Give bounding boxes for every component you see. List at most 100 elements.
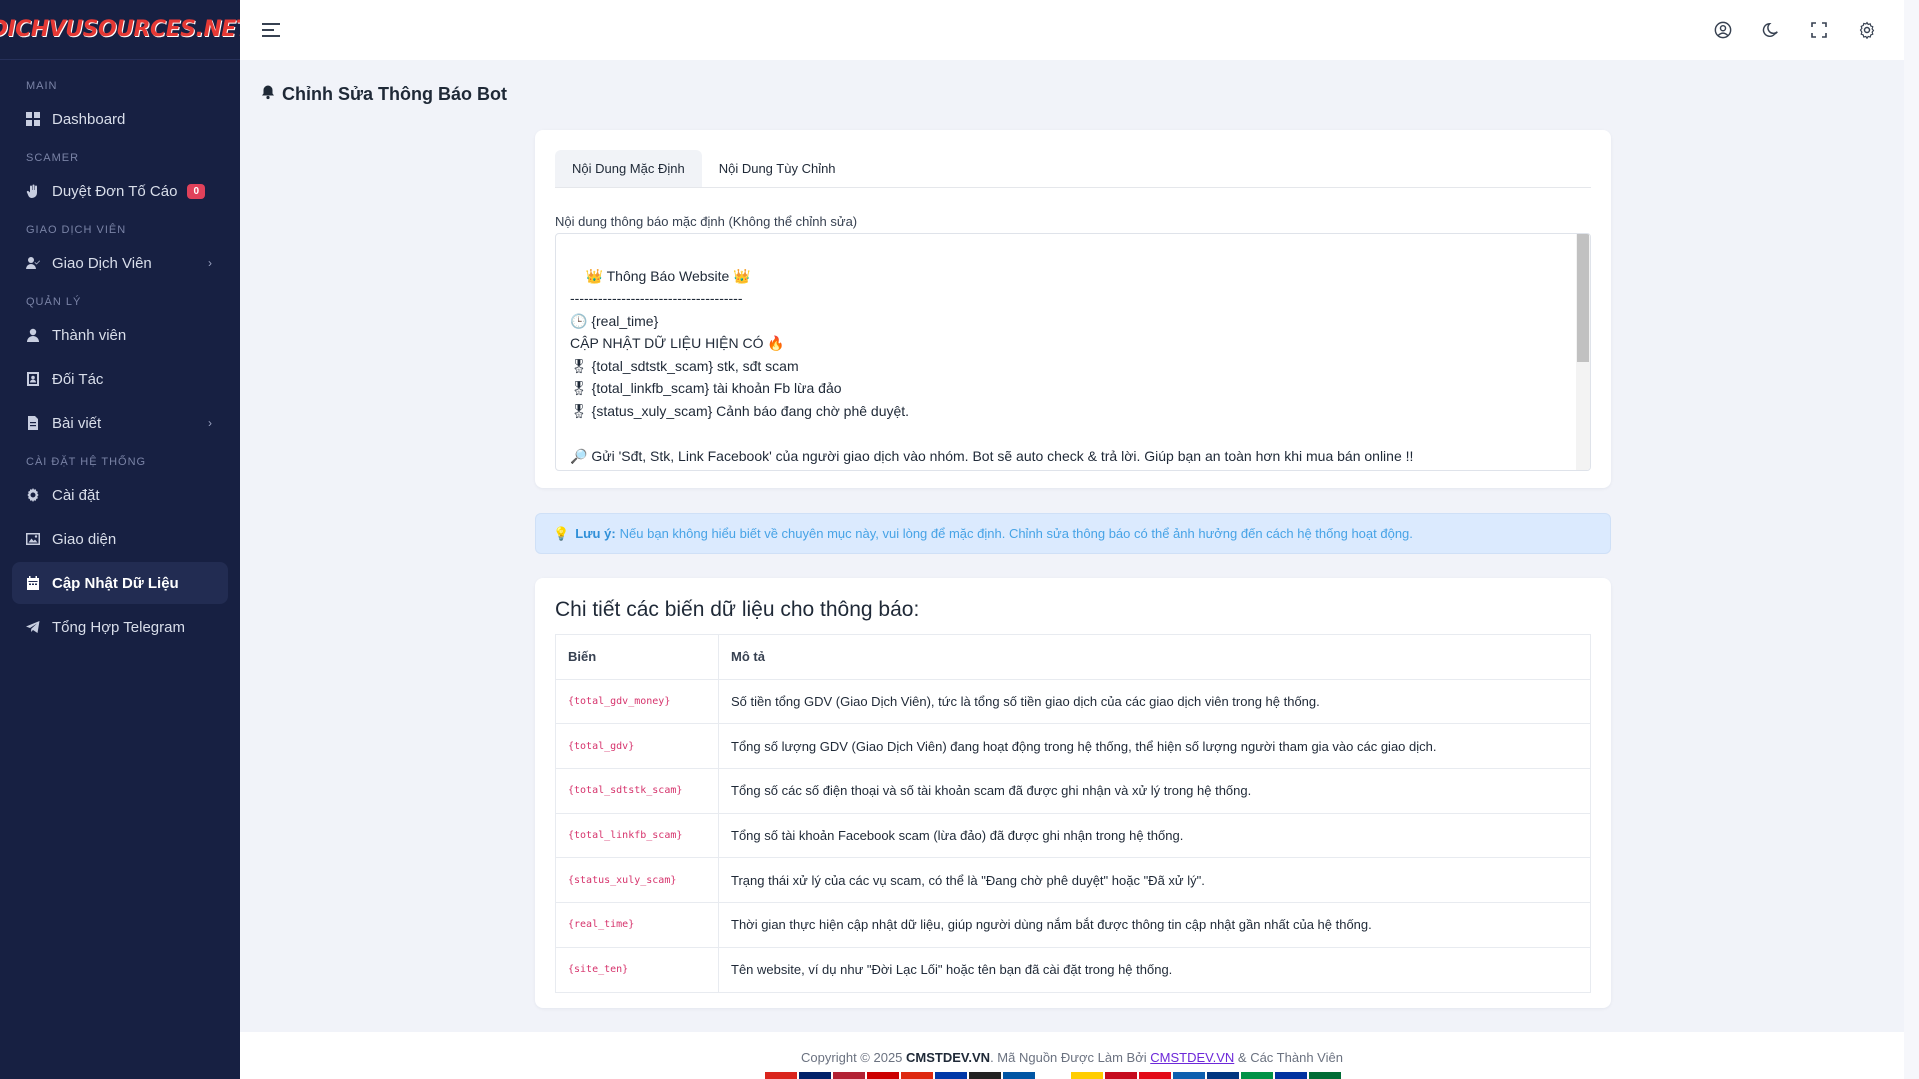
hand-icon [26,184,40,198]
sidebar-item[interactable]: Duyệt Đơn Tố Cáo 0 [12,170,228,212]
variable-description: Tổng số các số điện thoại và số tài khoả… [718,768,1591,814]
alert-text: Nếu bạn không hiểu biết về chuyên mục nà… [619,526,1413,541]
sidebar-item[interactable]: Tổng Hợp Telegram [12,606,228,648]
editor-card: Nội Dung Mặc Định Nội Dung Tùy Chỉnh Nội… [535,130,1611,488]
sidebar-item[interactable]: Dashboard [12,98,228,140]
topbar [240,0,1904,60]
sidebar: DICHVUSOURCES.NET MAIN Dashboard SCAMER Duy… [0,0,251,1079]
gear-icon [26,488,40,502]
sidebar-item-label: Tổng Hợp Telegram [52,618,185,636]
header-description: Mô tả [718,634,1591,680]
variable-code: {total_linkfb_scam} [555,812,719,859]
image-icon [26,532,40,546]
user-icon [26,328,40,342]
page-title-text: Chỉnh Sửa Thông Báo Bot [282,84,508,104]
moon-icon[interactable] [1760,19,1782,41]
flag-icon[interactable] [1241,1072,1273,1079]
flag-icon[interactable] [1003,1072,1035,1079]
sidebar-item[interactable]: Giao diện [12,518,228,560]
sidebar-item-label: Giao diện [52,530,117,548]
flag-icon[interactable] [969,1072,1001,1079]
flag-icon[interactable] [1037,1072,1069,1079]
flag-icon[interactable] [765,1072,797,1079]
variable-code: {total_gdv_money} [555,678,719,725]
nav-section-title: CÀI ĐẶT HỆ THỐNG [26,456,147,468]
calendar-icon [26,576,40,590]
table-row: {total_gdv} Tổng số lượng GDV (Giao Dịch … [555,723,1591,770]
logo-text: DICHVUSOURCES.NET [0,17,251,42]
flag-icon[interactable] [1173,1072,1205,1079]
user-circle-icon[interactable] [1712,19,1734,41]
flag-icon[interactable] [1275,1072,1307,1079]
hamburger-menu-icon[interactable] [260,19,282,41]
document-icon [26,416,40,430]
page-scrollbar[interactable] [1904,0,1919,1079]
chevron-right-icon: › [208,416,212,430]
table-row: {site_ten} Tên website, ví dụ như "Đời Lạ… [555,946,1591,993]
footer-brand: CMSTDEV.VN [906,1050,991,1065]
variable-description: Trạng thái xử lý của các vụ scam, có thể… [718,857,1591,904]
table-row: {status_xuly_scam} Trạng thái xử lý của c… [555,857,1591,904]
sidebar-item[interactable]: Cài đặt [12,474,228,516]
sidebar-item[interactable]: Thành viên [12,314,228,356]
sidebar-item-label: Đối Tác [52,370,104,388]
flag-icon[interactable] [1207,1072,1239,1079]
flag-icon[interactable] [799,1072,831,1079]
sidebar-item[interactable]: Bài viết › [12,402,228,444]
textarea-scroll-thumb[interactable] [1577,234,1589,362]
sidebar-item-label: Cài đặt [52,486,100,504]
content-tabs: Nội Dung Mặc Định Nội Dung Tùy Chỉnh [555,150,1591,188]
nav-section-title: GIAO DỊCH VIÊN [26,224,127,236]
sidebar-item[interactable]: Giao Dịch Viên › [12,242,228,284]
variable-description: Tổng số tài khoản Facebook scam (lừa đảo… [718,812,1591,859]
flag-icon[interactable] [1105,1072,1137,1079]
gear-icon[interactable] [1856,19,1878,41]
footer-made-by: . Mã Nguồn Được Làm Bởi [990,1050,1147,1065]
flag-icon[interactable] [1071,1072,1103,1079]
flag-icon[interactable] [1139,1072,1171,1079]
id-card-icon [26,372,40,386]
variable-code: {total_sdtstk_scam} [555,768,719,814]
flag-icon[interactable] [833,1072,865,1079]
tab-custom-content[interactable]: Nội Dung Tùy Chỉnh [702,150,853,187]
footer-link[interactable]: CMSTDEV.VN [1150,1050,1234,1065]
variable-description: Số tiền tổng GDV (Giao Dịch Viên), tức l… [718,678,1591,725]
variable-code: {site_ten} [555,946,719,993]
variable-code: {real_time} [555,902,719,948]
chevron-right-icon: › [208,256,212,270]
variables-title: Chi tiết các biến dữ liệu cho thông báo: [555,598,920,621]
telegram-icon [26,620,40,634]
sidebar-item[interactable]: Đối Tác [12,358,228,400]
brand-logo[interactable]: DICHVUSOURCES.NET [0,0,251,60]
sidebar-item[interactable]: Cập Nhật Dữ Liệu [12,562,228,604]
language-flags [765,1072,1341,1079]
variables-table: Biến Mô tả {total_gdv_money} Số tiền tổng… [555,634,1591,993]
table-header-row: Biến Mô tả [555,634,1591,680]
page-title: Chỉnh Sửa Thông Báo Bot [260,84,507,105]
default-message-textarea[interactable]: 👑 Thông Báo Website 👑 ------------------… [555,233,1591,471]
variables-card: Chi tiết các biến dữ liệu cho thông báo:… [535,578,1611,1008]
table-row: {total_linkfb_scam} Tổng số tài khoản Fac… [555,812,1591,859]
table-row: {total_gdv_money} Số tiền tổng GDV (Giao … [555,678,1591,725]
bell-icon [260,84,276,105]
textarea-scrollbar[interactable] [1576,234,1590,470]
nav-section-title: SCAMER [26,152,80,164]
variable-code: {total_gdv} [555,723,719,770]
footer-suffix: & Các Thành Viên [1237,1050,1343,1065]
fullscreen-icon[interactable] [1808,19,1830,41]
content-field-label: Nội dung thông báo mặc định (Không thể c… [555,214,858,229]
user-check-icon [26,256,40,270]
nav-section-title: MAIN [26,80,58,92]
sidebar-item-label: Duyệt Đơn Tố Cáo [52,182,178,200]
flag-icon[interactable] [867,1072,899,1079]
default-message-text: 👑 Thông Báo Website 👑 ------------------… [570,267,1414,464]
nav-section-title: QUẢN LÝ [26,296,82,308]
table-row: {real_time} Thời gian thực hiện cập nhật … [555,902,1591,948]
table-row: {total_sdtstk_scam} Tổng số các số điện t… [555,768,1591,814]
flag-icon[interactable] [901,1072,933,1079]
sidebar-item-label: Thành viên [52,326,127,344]
count-badge: 0 [187,183,206,199]
flag-icon[interactable] [935,1072,967,1079]
flag-icon[interactable] [1309,1072,1341,1079]
tab-default-content[interactable]: Nội Dung Mặc Định [555,150,702,187]
